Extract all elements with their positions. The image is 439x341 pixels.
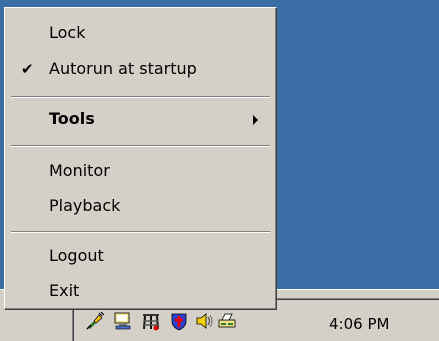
menu-item-playback[interactable]: Playback	[7, 191, 274, 221]
menu-separator	[11, 231, 270, 233]
menu-item-tools[interactable]: Tools	[7, 104, 274, 134]
menu-item-monitor[interactable]: Monitor	[7, 156, 274, 186]
menu-item-exit[interactable]: Exit	[7, 276, 274, 306]
submenu-arrow-icon	[253, 115, 258, 125]
checkmark-icon: ✔	[21, 60, 34, 78]
menu-item-logout[interactable]: Logout	[7, 241, 274, 271]
menu-item-label: Lock	[49, 23, 86, 42]
power-plug-icon[interactable]	[85, 311, 105, 331]
menu-item-label: Logout	[49, 246, 104, 265]
clock[interactable]: 4:06 PM	[329, 315, 389, 333]
menu-item-label: Tools	[49, 109, 95, 128]
menu-separator	[11, 96, 270, 98]
menu-separator	[11, 145, 270, 147]
menu-item-label: Autorun at startup	[49, 59, 197, 78]
tray-context-menu: Lock ✔ Autorun at startup Tools Monitor …	[4, 7, 277, 310]
monitor-icon[interactable]	[113, 311, 133, 331]
network-icon[interactable]	[141, 311, 161, 331]
menu-item-label: Monitor	[49, 161, 110, 180]
speaker-icon[interactable]	[195, 311, 215, 331]
menu-item-autorun[interactable]: ✔ Autorun at startup	[7, 54, 274, 84]
scanner-icon[interactable]	[217, 311, 237, 331]
shield-icon[interactable]	[169, 311, 189, 331]
menu-item-lock[interactable]: Lock	[7, 18, 274, 48]
menu-item-label: Playback	[49, 196, 121, 215]
menu-item-label: Exit	[49, 281, 80, 300]
